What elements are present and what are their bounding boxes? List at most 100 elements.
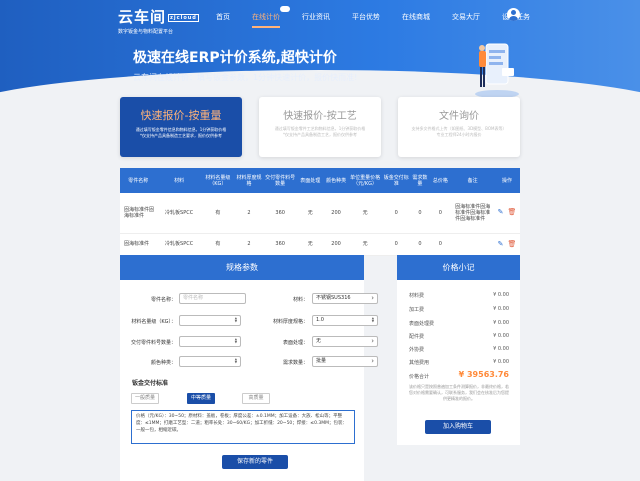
nav-online-quote[interactable]: 在线计价 xyxy=(252,6,290,28)
price-row-outsourcing: 外协费 ¥ 0.00 xyxy=(409,346,509,353)
logo[interactable]: 云车间 zjcloud 数字钣金与物料配置平台 xyxy=(118,6,199,35)
price-row-accessory: 配件费 ¥ 0.00 xyxy=(409,333,509,340)
demand-select[interactable]: 批量 › xyxy=(312,356,378,367)
nav-platform-advantage[interactable]: 平台优势 xyxy=(352,12,380,22)
main-nav: 首页 在线计价 行业资讯 平台优势 在线商城 交易大厅 设计任务 xyxy=(216,6,530,28)
user-avatar-icon[interactable] xyxy=(507,8,520,21)
option-medium-quality[interactable]: 中等质量 xyxy=(187,393,215,404)
cell-color: 200 xyxy=(324,233,348,256)
surface-select[interactable]: 无 › xyxy=(312,336,378,347)
cell-demand: 0 xyxy=(410,193,430,234)
thickness-stepper[interactable]: 1.0 ▲ ▼ xyxy=(312,315,378,326)
price-row-surface: 表面处理费 ¥ 0.00 xyxy=(409,320,509,327)
card-quote-by-weight[interactable]: 快速报价-按重量 通过填写钣金零件信息和物料信息，1分钟获取价格 *仅支持产品具备… xyxy=(120,97,242,157)
delete-icon[interactable]: 🗑 xyxy=(508,208,517,216)
nav-home[interactable]: 首页 xyxy=(216,12,230,22)
card-title: 快速报价-按工艺 xyxy=(283,111,357,122)
price-label: 加工费 xyxy=(409,307,425,313)
option-normal-quality[interactable]: 一般质量 xyxy=(131,393,159,404)
material-select[interactable]: 不锈钢SUS316 › xyxy=(312,293,378,304)
table-header: 需求数量 xyxy=(410,168,430,193)
demand-row: 需求数量： xyxy=(262,356,308,367)
chevron-right-icon: › xyxy=(371,294,374,302)
card-file-inquiry[interactable]: 文件询价 支持多文件格式上传（如图纸、3D模型、BOM表等） 专业工程师24小时内… xyxy=(398,97,520,157)
hero-subtitle: 云车间在线计价：填写钣金参数，1分钟快速计价，报价快而准! xyxy=(133,73,358,82)
logo-brand: 云车间 xyxy=(118,8,167,26)
cell-weight: 有 xyxy=(201,233,234,256)
card-desc-line: *仅支持产品具备制造工艺，报价仅供参考 xyxy=(283,132,357,137)
nav-trading-hall[interactable]: 交易大厅 xyxy=(452,12,480,22)
price-value: ¥ 0.00 xyxy=(493,359,509,365)
price-value: ¥ 0.00 xyxy=(493,333,509,339)
card-desc-line: 通过填写钣金零件工艺和物料信息，1分钟获取价格 xyxy=(274,126,366,131)
cell-thickness: 2 xyxy=(233,233,265,256)
add-to-cart-button[interactable]: 加入购物车 xyxy=(425,420,491,434)
logo-tag: zjcloud xyxy=(168,13,199,22)
price-value: ¥ 0.00 xyxy=(493,320,509,326)
qty-stepper[interactable]: ▲ ▼ xyxy=(179,336,241,347)
table-header: 零件名称 xyxy=(120,168,157,193)
phone-illustration-icon xyxy=(475,43,519,98)
edit-icon[interactable]: ✎ xyxy=(498,208,504,216)
cell-actions: ✎ 🗑 xyxy=(494,193,520,234)
price-label: 配件费 xyxy=(409,334,425,340)
cell-surface: 无 xyxy=(296,233,325,256)
card-desc-line: 支持多文件格式上传（如图纸、3D模型、BOM表等） xyxy=(411,126,507,131)
surface-value: 无 xyxy=(316,338,322,344)
spinner-icon[interactable]: ▲ ▼ xyxy=(235,317,237,323)
cell-qty: 360 xyxy=(264,233,297,256)
price-label: 表面处理费 xyxy=(409,321,435,327)
save-part-button[interactable]: 保存新的零件 xyxy=(222,455,288,469)
parts-table: 零件名称 材料 材料名量级（KG） 材料厚度规格 交付零件料号数量 表面处理 颜… xyxy=(120,168,520,256)
cell-part-name: 固海标准件 xyxy=(120,233,157,256)
spinner-icon[interactable]: ▲ ▼ xyxy=(372,317,374,323)
cell-demand: 0 xyxy=(410,233,430,256)
spinner-icon[interactable]: ▲ ▼ xyxy=(235,358,237,364)
price-value: ¥ 0.00 xyxy=(493,346,509,352)
nav-industry-news[interactable]: 行业资讯 xyxy=(302,12,330,22)
table-header: 单位重量价格（元/KG） xyxy=(347,168,383,193)
table-row: 固海标准件 冷轧板SPCC 有 2 360 无 200 无 0 0 0 ✎ 🗑 xyxy=(120,233,520,256)
cell-standard: 0 xyxy=(382,233,411,256)
weight-stepper[interactable]: ▲ ▼ xyxy=(179,315,241,326)
cell-remark xyxy=(451,233,495,256)
demand-label: 需求数量： xyxy=(282,360,308,366)
price-row-other: 其他费用 ¥ 0.00 xyxy=(409,359,509,366)
spinner-icon[interactable]: ▲ ▼ xyxy=(235,338,237,344)
card-desc: 通过填写钣金零件工艺和物料信息，1分钟获取价格 *仅支持产品具备制造工艺，报价仅供… xyxy=(259,126,381,138)
material-row: 材料： xyxy=(262,293,308,304)
part-name-input[interactable]: 零件名称 xyxy=(179,293,246,304)
table-header-row: 零件名称 材料 材料名量级（KG） 材料厚度规格 交付零件料号数量 表面处理 颜… xyxy=(120,168,520,193)
price-label: 外协费 xyxy=(409,347,425,353)
qty-label: 交付零件料号数量： xyxy=(130,340,176,346)
price-row-processing: 加工费 ¥ 0.00 xyxy=(409,306,509,313)
price-row-total: 价格合计 ¥ 39563.76 xyxy=(409,370,509,380)
cell-standard: 0 xyxy=(382,193,411,234)
table-header: 操作 xyxy=(494,168,520,193)
quote-mode-cards: 快速报价-按重量 通过填写钣金零件信息和物料信息，1分钟获取价格 *仅支持产品具备… xyxy=(120,97,520,157)
spec-panel: 规格参数 xyxy=(120,255,364,481)
cell-color: 200 xyxy=(324,193,348,234)
card-desc-line: 通过填写钣金零件信息和物料信息，1分钟获取价格 xyxy=(135,127,227,132)
price-label: 其他费用 xyxy=(409,360,430,366)
cell-total: 0 xyxy=(429,233,452,256)
chevron-right-icon: › xyxy=(371,337,374,345)
nav-online-mall[interactable]: 在线商城 xyxy=(402,12,430,22)
spec-panel-title: 规格参数 xyxy=(120,255,364,280)
chevron-right-icon: › xyxy=(371,357,374,365)
option-high-quality[interactable]: 高质量 xyxy=(242,393,270,404)
cell-actions: ✎ 🗑 xyxy=(494,233,520,256)
cell-weight: 有 xyxy=(201,193,234,234)
edit-icon[interactable]: ✎ xyxy=(498,240,504,248)
color-stepper[interactable]: ▲ ▼ xyxy=(179,356,241,367)
card-quote-by-process[interactable]: 快速报价-按工艺 通过填写钣金零件工艺和物料信息，1分钟获取价格 *仅支持产品具备… xyxy=(259,97,381,157)
price-value: ¥ 0.00 xyxy=(493,292,509,298)
price-value: ¥ 0.00 xyxy=(493,306,509,312)
part-name-row: 零件名称： xyxy=(130,293,176,304)
thickness-row: 材料厚度规格： xyxy=(262,315,308,326)
logo-slogan: 数字钣金与物料配置平台 xyxy=(118,29,174,35)
hero-title: 极速在线ERP计价系统,超快计价 xyxy=(133,50,337,66)
card-title: 快速报价-按重量 xyxy=(140,109,222,122)
card-title: 文件询价 xyxy=(439,111,479,122)
delete-icon[interactable]: 🗑 xyxy=(508,240,517,248)
